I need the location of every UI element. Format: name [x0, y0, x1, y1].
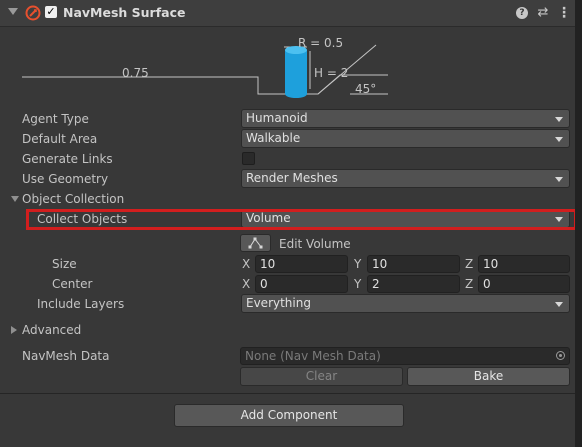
component-header[interactable]: ✓ NavMesh Surface ? ⇄ ⋮ — [0, 0, 575, 27]
object-collection-label[interactable]: Object Collection — [22, 192, 124, 206]
navmesh-data-field[interactable]: None (Nav Mesh Data) — [240, 347, 570, 365]
bake-button[interactable]: Bake — [407, 367, 570, 386]
default-area-value: Walkable — [246, 131, 301, 145]
center-y-field[interactable]: 2 — [367, 275, 460, 293]
center-z-field[interactable]: 0 — [478, 275, 570, 293]
component-title: NavMesh Surface — [63, 5, 186, 20]
max-slope-label: 45° — [355, 82, 377, 96]
default-area-dropdown[interactable]: Walkable — [241, 129, 570, 148]
chevron-down-icon — [555, 177, 563, 182]
step-height-label: 0.75 — [122, 66, 149, 80]
include-layers-value: Everything — [246, 296, 311, 310]
inspector-panel: ✓ NavMesh Surface ? ⇄ ⋮ R = 0.5 H = 2 0.… — [0, 0, 578, 447]
use-geometry-label: Use Geometry — [22, 172, 109, 186]
center-x-label: X — [242, 277, 251, 291]
size-z-field[interactable]: 10 — [478, 255, 570, 273]
component-enabled-checkbox[interactable]: ✓ — [45, 6, 57, 18]
edit-volume-label: Edit Volume — [279, 237, 351, 251]
default-area-label: Default Area — [22, 132, 98, 146]
help-icon[interactable]: ? — [516, 7, 528, 19]
size-y-field[interactable]: 10 — [367, 255, 460, 273]
object-collection-foldout-icon[interactable] — [11, 196, 19, 202]
preset-icon[interactable]: ⇄ — [535, 5, 551, 21]
navmesh-data-value: None (Nav Mesh Data) — [245, 349, 381, 363]
size-x-field[interactable]: 10 — [255, 255, 348, 273]
use-geometry-value: Render Meshes — [246, 171, 338, 185]
center-x-field[interactable]: 0 — [255, 275, 348, 293]
navmesh-data-label: NavMesh Data — [22, 349, 110, 363]
center-label: Center — [52, 277, 93, 291]
clear-button[interactable]: Clear — [240, 367, 403, 386]
navmesh-surface-icon — [25, 5, 41, 21]
agent-cylinder — [285, 46, 307, 98]
chevron-down-icon — [555, 302, 563, 307]
chevron-down-icon — [555, 117, 563, 122]
size-z-label: Z — [465, 257, 474, 271]
chevron-down-icon[interactable] — [8, 8, 18, 15]
size-y-label: Y — [354, 257, 362, 271]
advanced-label[interactable]: Advanced — [22, 323, 81, 337]
size-label: Size — [52, 257, 77, 271]
object-picker-icon[interactable] — [556, 351, 565, 360]
add-component-button[interactable]: Add Component — [174, 404, 404, 427]
divider — [0, 393, 575, 394]
include-layers-label: Include Layers — [37, 297, 125, 311]
height-label: H = 2 — [314, 66, 349, 80]
agent-diagram: R = 0.5 H = 2 0.75 45° — [0, 27, 575, 107]
chevron-down-icon — [555, 137, 563, 142]
highlight-box — [26, 209, 577, 230]
center-z-label: Z — [465, 277, 474, 291]
generate-links-label: Generate Links — [22, 152, 113, 166]
agent-type-label: Agent Type — [22, 112, 89, 126]
include-layers-dropdown[interactable]: Everything — [241, 294, 570, 313]
window-border — [575, 0, 582, 447]
edit-volume-button[interactable] — [240, 234, 271, 252]
generate-links-checkbox[interactable] — [242, 152, 255, 165]
advanced-foldout-icon[interactable] — [11, 326, 17, 334]
size-x-label: X — [242, 257, 251, 271]
radius-label: R = 0.5 — [298, 36, 344, 50]
agent-type-value: Humanoid — [246, 111, 308, 125]
agent-type-dropdown[interactable]: Humanoid — [241, 109, 570, 128]
edit-bounds-icon — [248, 237, 263, 249]
use-geometry-dropdown[interactable]: Render Meshes — [241, 169, 570, 188]
kebab-menu-icon[interactable]: ⋮ — [557, 5, 571, 21]
center-y-label: Y — [354, 277, 362, 291]
agent-diagram-drawing — [22, 44, 388, 98]
